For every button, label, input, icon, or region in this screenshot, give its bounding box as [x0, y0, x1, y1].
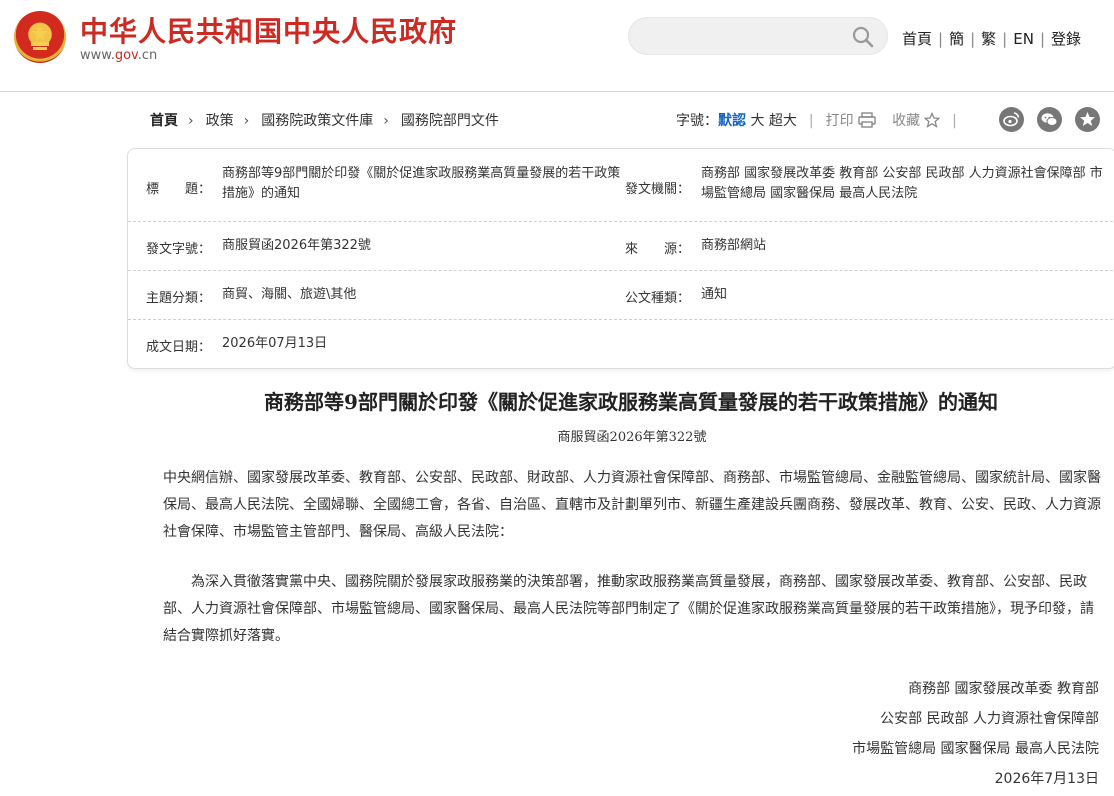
doc-type-value: 通知 [701, 287, 728, 302]
topic-label: 主題分類： [146, 291, 212, 306]
issuer-label: 發文機關： [625, 182, 691, 197]
nav-english[interactable]: EN [1013, 30, 1034, 48]
date-value: 2026年07月13日 [222, 336, 328, 351]
tools-divider: | [952, 113, 957, 129]
breadcrumb: 首頁 › 政策 › 國務院政策文件庫 › 國務院部門文件 [150, 110, 499, 130]
chevron-right-icon: › [243, 113, 250, 129]
topic-value: 商貿、海關、旅遊\其他 [222, 287, 357, 302]
info-row-title: 標 題： 商務部等9部門關於印發《關於促進家政服務業高質量發展的若干政策措施》的… [128, 149, 1114, 222]
site-url-suffix: .cn [137, 48, 158, 63]
site-title[interactable]: 中华人民共和国中央人民政府 [80, 10, 457, 50]
document-info-table: 標 題： 商務部等9部門關於印發《關於促進家政服務業高質量發展的若干政策措施》的… [127, 148, 1114, 369]
source-label: 來 源： [625, 242, 691, 257]
site-url: www.gov.cn [80, 48, 157, 63]
signature-line: 市場監管總局 國家醫保局 最高人民法院 [852, 741, 1099, 757]
breadcrumb-policy[interactable]: 政策 [206, 113, 234, 129]
title-value: 商務部等9部門關於印發《關於促進家政服務業高質量發展的若干政策措施》的通知 [222, 166, 621, 201]
favorite-label: 收藏 [892, 113, 921, 129]
site-header: 中华人民共和国中央人民政府 www.gov.cn 首頁 | 簡 | 繁 | EN | 登錄 [0, 0, 1114, 92]
tools-divider: | [808, 113, 814, 129]
print-button[interactable]: 打印 [825, 112, 876, 132]
print-label: 打印 [825, 113, 854, 129]
weibo-icon[interactable] [999, 107, 1024, 132]
article-title: 商務部等9部門關於印發《關於促進家政服務業高質量發展的若干政策措施》的通知 [264, 390, 998, 414]
nav-separator: | [938, 30, 944, 48]
search-box [628, 17, 888, 55]
chevron-right-icon: › [188, 113, 194, 129]
article-doc-number: 商服貿函2026年第322號 [557, 430, 707, 445]
article-body: 為深入貫徹落實黨中央、國務院關於發展家政服務業的決策部署，推動家政服務業高質量發… [163, 574, 1094, 644]
signature-line: 公安部 民政部 人力資源社會保障部 [880, 711, 1099, 727]
article-recipients: 中央網信辦、國家發展改革委、教育部、公安部、民政部、財政部、人力資源社會保障部、… [163, 470, 1101, 540]
breadcrumb-home[interactable]: 首頁 [150, 113, 178, 129]
nav-separator: | [1039, 30, 1045, 48]
top-nav: 首頁 | 簡 | 繁 | EN | 登錄 [902, 28, 1081, 49]
font-large-button[interactable]: 大 [750, 113, 764, 129]
site-url-highlight: gov [114, 48, 138, 63]
nav-separator: | [1002, 30, 1008, 48]
doc-number-value: 商服貿函2026年第322號 [222, 238, 371, 253]
search-icon[interactable] [851, 25, 875, 49]
site-url-prefix: www. [80, 48, 115, 63]
font-size-label: 字號： [676, 113, 718, 129]
source-value: 商務部網站 [701, 238, 767, 253]
breadcrumb-department-docs[interactable]: 國務院部門文件 [401, 113, 499, 129]
favorite-button[interactable]: 收藏 [892, 111, 941, 132]
issuer-value: 商務部 國家發展改革委 教育部 公安部 民政部 人力資源社會保障部 市場監管總局… [701, 166, 1103, 201]
doc-number-label: 發文字號： [146, 242, 212, 257]
date-label: 成文日期： [146, 340, 212, 355]
breadcrumb-policy-library[interactable]: 國務院政策文件庫 [261, 113, 373, 129]
signature-date: 2026年7月13日 [994, 771, 1099, 787]
printer-icon [857, 112, 876, 132]
signature-line: 商務部 國家發展改革委 教育部 [908, 681, 1099, 697]
national-emblem-icon[interactable] [14, 11, 66, 63]
font-default-button[interactable]: 默認 [718, 113, 746, 129]
favorite-star-share-icon[interactable] [1075, 107, 1100, 132]
nav-separator: | [970, 30, 976, 48]
nav-login[interactable]: 登錄 [1051, 30, 1081, 48]
info-row-date: 成文日期： 2026年07月13日 [128, 320, 1114, 368]
info-row-docno: 發文字號： 商服貿函2026年第322號 來 源： 商務部網站 [128, 222, 1114, 271]
font-xlarge-button[interactable]: 超大 [769, 113, 797, 129]
wechat-icon[interactable] [1037, 107, 1062, 132]
nav-home[interactable]: 首頁 [902, 30, 932, 48]
star-icon [923, 111, 941, 132]
doc-type-label: 公文種類： [625, 291, 691, 306]
search-input[interactable] [643, 26, 843, 46]
info-row-topic: 主題分類： 商貿、海關、旅遊\其他 公文種類： 通知 [128, 271, 1114, 320]
chevron-right-icon: › [383, 113, 389, 129]
page-tools: 字號：默認 大 超大 | 打印 收藏 | [676, 110, 969, 132]
nav-traditional[interactable]: 繁 [981, 30, 996, 48]
nav-simplified[interactable]: 簡 [949, 30, 964, 48]
title-label: 標 題： [146, 182, 212, 197]
